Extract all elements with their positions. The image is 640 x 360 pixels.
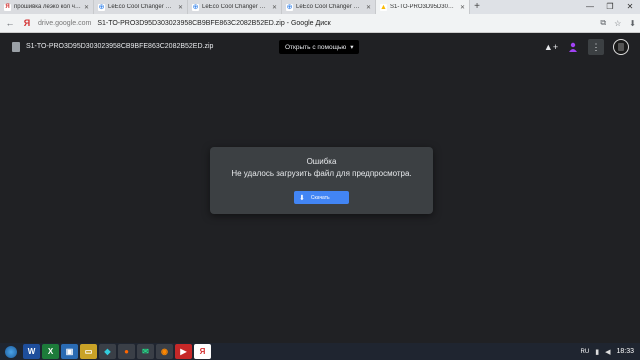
browser-tab[interactable]: ⊕LeEco Cool Changer S1 - Пр✕: [188, 0, 282, 14]
bookmark-star-icon[interactable]: ☆: [614, 19, 621, 28]
browser-tab[interactable]: Япрошивка леэко кол ченджер✕: [0, 0, 94, 14]
address-bar: ← Я drive.google.com S1-TO-PRO3D95D30302…: [0, 14, 640, 33]
generic-favicon-icon: ⊕: [286, 3, 293, 11]
download-button[interactable]: ⬇ Скачать: [294, 191, 349, 204]
close-tab-icon[interactable]: ✕: [178, 4, 183, 11]
browser-tab-strip: Япрошивка леэко кол ченджер✕⊕LeEco Cool …: [0, 0, 640, 14]
back-button[interactable]: ←: [4, 18, 16, 28]
generic-favicon-icon: ⊕: [192, 3, 199, 11]
network-icon[interactable]: ▮: [595, 348, 599, 356]
window-controls: — ❐ ✕: [580, 0, 640, 14]
url-field[interactable]: drive.google.com S1-TO-PRO3D95D303023958…: [38, 16, 594, 31]
more-options-icon[interactable]: ⋮: [588, 39, 604, 55]
open-with-label: Открыть с помощью: [285, 43, 347, 51]
clock[interactable]: 18:33: [616, 348, 634, 355]
dialog-title: Ошибка: [306, 157, 337, 166]
file-name: S1-TO-PRO3D95D303023958CB9BFE863C2082B52…: [26, 43, 214, 50]
account-avatar[interactable]: [613, 39, 629, 55]
tab-title: прошивка леэко кол ченджер: [14, 4, 81, 10]
taskbar-app-icon[interactable]: ✉: [137, 344, 154, 359]
download-icon: ⬇: [299, 194, 305, 202]
taskbar-apps: W X ▣ ▭ ◆ ● ✉ ◉ ▶ Я: [22, 344, 212, 359]
taskbar-app-icon[interactable]: ●: [118, 344, 135, 359]
tab-title: LeEco Cool Changer S1 - Пр: [202, 4, 269, 10]
address-actions: ⧉ ☆ ⬇: [600, 18, 636, 28]
yandex-favicon-icon: Я: [4, 3, 11, 11]
close-tab-icon[interactable]: ✕: [460, 4, 465, 11]
taskbar-app-icon[interactable]: ◆: [99, 344, 116, 359]
new-tab-button[interactable]: +: [470, 0, 484, 14]
error-dialog: Ошибка Не удалось загрузить файл для пре…: [210, 147, 433, 214]
drive-favicon-icon: ▲: [380, 3, 387, 11]
person-icon[interactable]: [565, 39, 581, 55]
minimize-button[interactable]: —: [580, 0, 600, 14]
download-label: Скачать: [310, 194, 330, 201]
browser-tab[interactable]: ⊕LeEco Cool Changer S1 - Пр✕: [282, 0, 376, 14]
close-tab-icon[interactable]: ✕: [366, 4, 371, 11]
taskbar: W X ▣ ▭ ◆ ● ✉ ◉ ▶ Я RU ▮ ◀ 18:33: [0, 343, 640, 360]
taskbar-app-icon[interactable]: ▭: [80, 344, 97, 359]
taskbar-app-icon[interactable]: ◉: [156, 344, 173, 359]
windows-logo-icon: [5, 345, 17, 358]
start-button[interactable]: [0, 343, 22, 360]
system-tray: RU ▮ ◀ 18:33: [581, 343, 640, 360]
browser-tab[interactable]: ⊕LeEco Cool Changer S1 - Пр✕: [94, 0, 188, 14]
taskbar-app-icon[interactable]: ▣: [61, 344, 78, 359]
language-indicator[interactable]: RU: [581, 349, 590, 355]
close-tab-icon[interactable]: ✕: [84, 4, 89, 11]
taskbar-app-icon[interactable]: ▶: [175, 344, 192, 359]
maximize-button[interactable]: ❐: [600, 0, 620, 14]
downloads-icon[interactable]: ⬇: [629, 19, 636, 28]
generic-favicon-icon: ⊕: [98, 3, 105, 11]
taskbar-app-icon[interactable]: Я: [194, 344, 211, 359]
close-window-button[interactable]: ✕: [620, 0, 640, 14]
tab-title: S1-TO-PRO3D95D303023: [390, 4, 457, 10]
open-with-button[interactable]: Открыть с помощью ▾: [279, 40, 360, 54]
tabs-icon[interactable]: ⧉: [600, 18, 606, 28]
tab-title: LeEco Cool Changer S1 - Пр: [296, 4, 363, 10]
taskbar-app-icon[interactable]: W: [23, 344, 40, 359]
url-domain: drive.google.com: [38, 19, 92, 27]
volume-icon[interactable]: ◀: [605, 348, 610, 356]
zip-file-icon: [12, 42, 20, 52]
browser-tab[interactable]: ▲ S1-TO-PRO3D95D303023 ✕: [376, 0, 470, 14]
add-to-drive-icon[interactable]: ▲+: [543, 39, 559, 55]
viewer-header: S1-TO-PRO3D95D303023958CB9BFE863C2082B52…: [0, 33, 640, 61]
dialog-message: Не удалось загрузить файл для предпросмо…: [231, 169, 412, 178]
tab-title: LeEco Cool Changer S1 - Пр: [108, 4, 175, 10]
yandex-logo-icon[interactable]: Я: [22, 18, 32, 28]
taskbar-app-icon[interactable]: X: [42, 344, 59, 359]
url-page-title: S1-TO-PRO3D95D303023958CB9BFE863C2082B52…: [97, 19, 331, 27]
close-tab-icon[interactable]: ✕: [272, 4, 277, 11]
chevron-down-icon: ▾: [350, 44, 354, 51]
